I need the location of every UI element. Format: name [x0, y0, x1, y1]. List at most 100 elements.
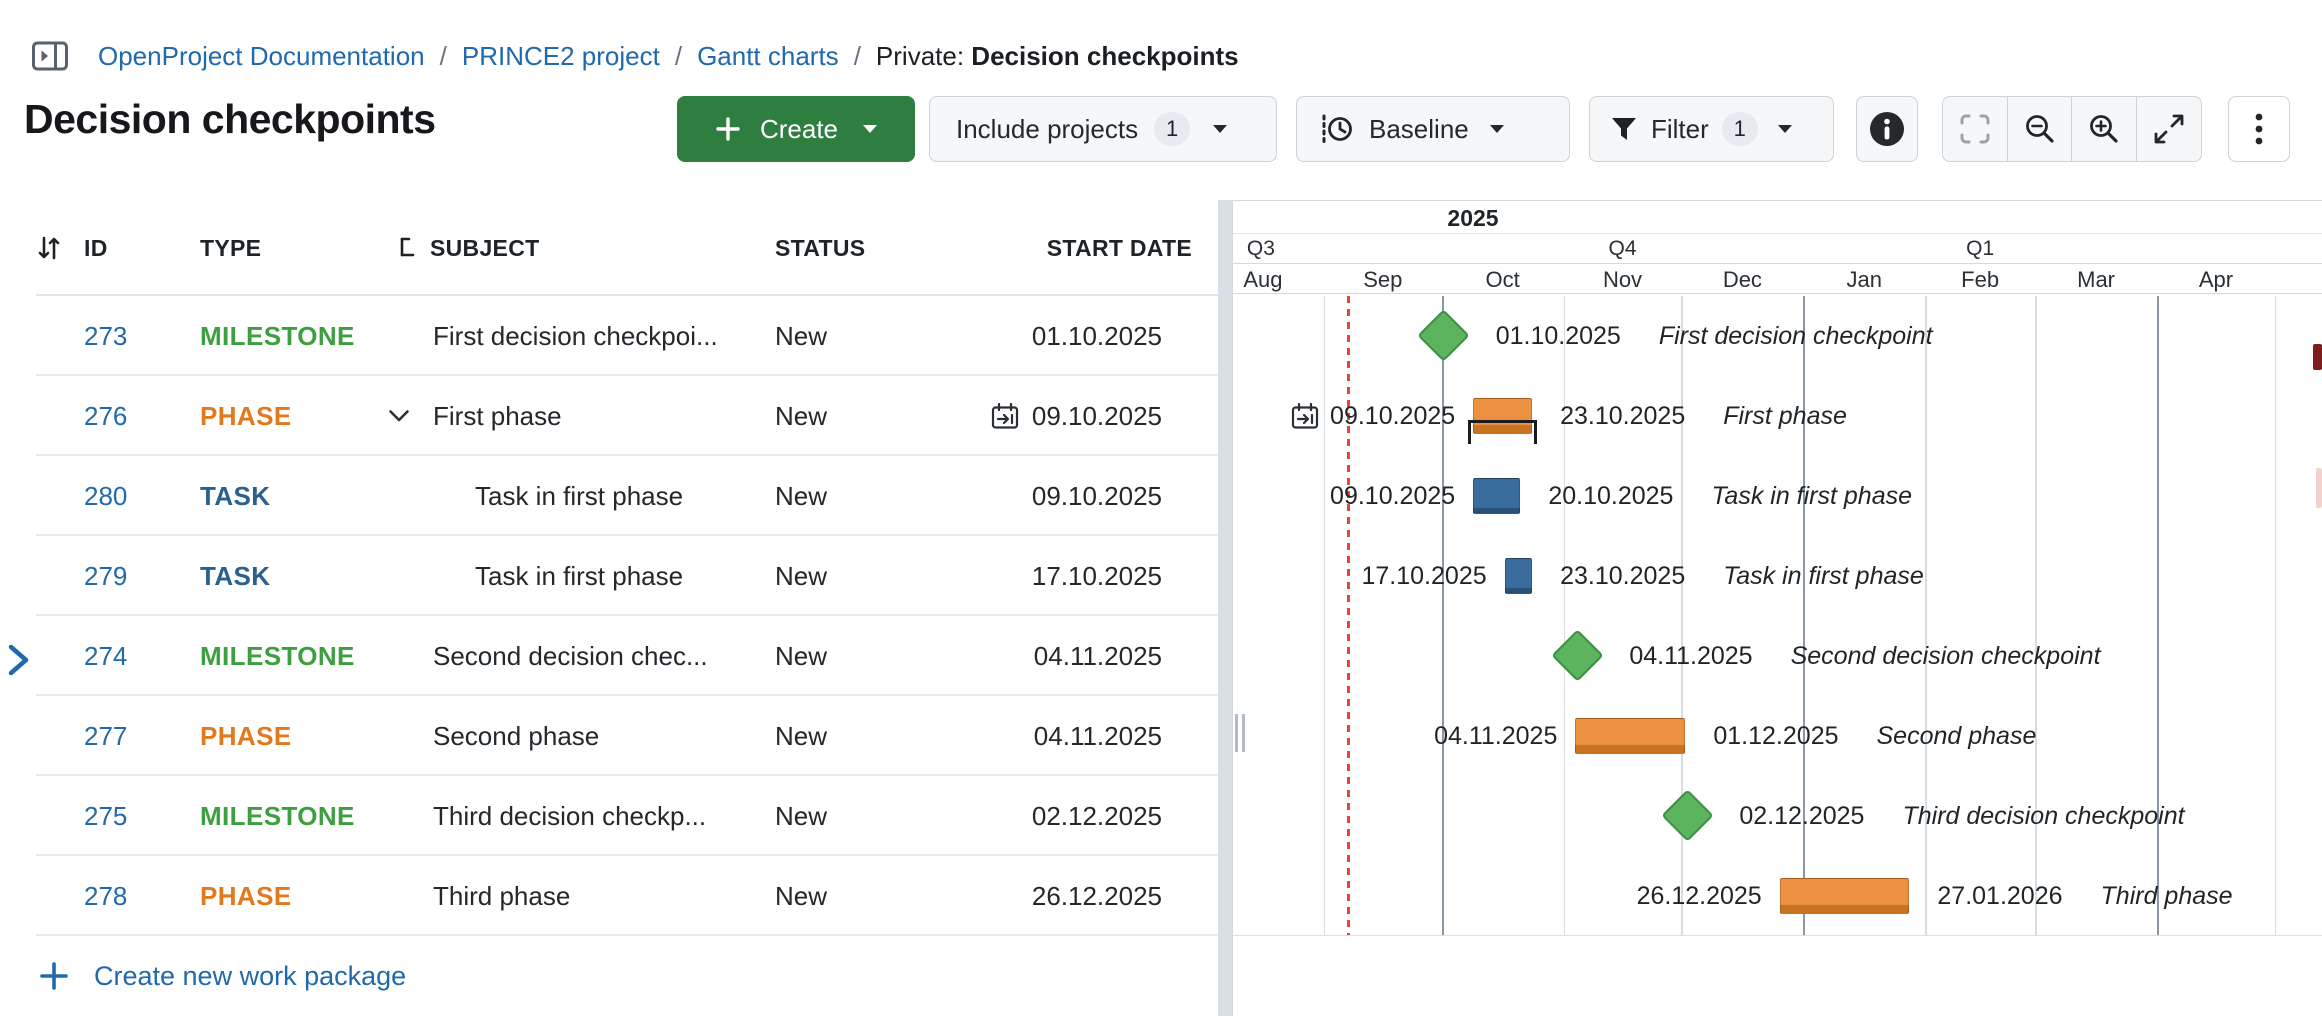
wp-id-link[interactable]: 276 [84, 376, 127, 456]
timeline-month-gridline [2275, 296, 2277, 935]
column-header-start-date[interactable]: START DATE [1047, 200, 1192, 296]
table-row[interactable]: 279TASKTask in first phaseNew17.10.2025 [0, 536, 1218, 616]
include-projects-button[interactable]: Include projects 1 [929, 96, 1277, 162]
scheduling-calendar-icon [990, 401, 1020, 431]
gantt-date-label: 23.10.2025 [1560, 562, 1685, 591]
gantt-phase-bar[interactable] [1780, 878, 1910, 914]
wp-id-link[interactable]: 275 [84, 776, 127, 856]
filter-count-badge: 1 [1722, 112, 1758, 146]
wp-id-link[interactable]: 280 [84, 456, 127, 536]
sidebar-expand-chevron-icon[interactable] [4, 642, 34, 683]
timeline-month-label: Feb [1961, 267, 1999, 293]
wp-start-date: 09.10.2025 [1032, 456, 1162, 536]
wp-start-date: 17.10.2025 [1032, 536, 1162, 616]
gantt-bar-start-label: 26.12.2025 [1637, 856, 1762, 936]
derived-dates-bracket [1468, 420, 1537, 444]
breadcrumb-link-project[interactable]: PRINCE2 project [462, 41, 660, 72]
breadcrumb-link-gantt-charts[interactable]: Gantt charts [697, 41, 839, 72]
zoom-button-group [1942, 96, 2202, 162]
gantt-bar-start-label: 17.10.2025 [1362, 536, 1487, 616]
more-options-kebab-icon[interactable] [2228, 96, 2290, 162]
table-row[interactable]: 280TASKTask in first phaseNew09.10.2025 [0, 456, 1218, 536]
pane-resize-divider[interactable] [1218, 200, 1232, 1016]
expand-columns-icon[interactable] [2136, 96, 2202, 162]
zoom-in-button[interactable] [2071, 96, 2137, 162]
include-projects-count-badge: 1 [1154, 112, 1190, 146]
gantt-date-label: 09.10.2025 [1330, 402, 1455, 431]
wp-subject: Third decision checkp... [433, 776, 706, 856]
wp-subject: Second phase [433, 696, 599, 776]
sidebar-toggle-icon[interactable] [30, 36, 70, 76]
zoom-autofit-button[interactable] [1942, 96, 2008, 162]
wp-subject: First phase [433, 376, 562, 456]
create-button[interactable]: Create [677, 96, 915, 162]
timeline-month-label: Aug [1243, 267, 1282, 293]
column-header-subject[interactable]: SUBJECT [396, 200, 539, 296]
plus-icon [38, 960, 70, 992]
gantt-task-bar[interactable] [1473, 478, 1520, 514]
table-row[interactable]: 275MILESTONEThird decision checkp...New0… [0, 776, 1218, 856]
gantt-subject-label: Third phase [2101, 882, 2233, 911]
table-row[interactable]: 278PHASEThird phaseNew26.12.2025 [0, 856, 1218, 936]
gantt-date-label: 17.10.2025 [1362, 562, 1487, 591]
collapse-toggle-icon[interactable] [388, 376, 410, 456]
info-button[interactable] [1856, 96, 1918, 162]
wp-status: New [775, 856, 827, 936]
create-work-package-link[interactable]: Create new work package [0, 936, 406, 1016]
wp-id-link[interactable]: 277 [84, 696, 127, 776]
wp-id-link[interactable]: 278 [84, 856, 127, 936]
column-header-id[interactable]: ID [84, 200, 108, 296]
breadcrumb-current: Private: Decision checkpoints [876, 41, 1239, 72]
wp-status: New [775, 776, 827, 856]
gantt-bar-end-labels: 01.12.2025Second phase [1713, 696, 2036, 776]
column-header-status[interactable]: STATUS [775, 200, 865, 296]
wp-subject: Task in first phase [475, 456, 683, 536]
wp-status: New [775, 696, 827, 776]
gantt-subject-label: Task in first phase [1711, 482, 1912, 511]
gantt-bar-start-label: 09.10.2025 [1330, 456, 1455, 536]
table-row[interactable]: 274MILESTONESecond decision chec...New04… [0, 616, 1218, 696]
chevron-down-icon [862, 124, 878, 134]
gantt-bar-end-labels: 04.11.2025Second decision checkpoint [1629, 616, 2100, 696]
timeline-month-band: AugSepOctNovDecJanFebMarApr [1233, 264, 2322, 294]
timeline-month-label: Sep [1363, 267, 1402, 293]
gantt-milestone-diamond[interactable] [1418, 309, 1470, 361]
table-row[interactable]: 273MILESTONEFirst decision checkpoi...Ne… [0, 296, 1218, 376]
wp-start-date: 01.10.2025 [1032, 296, 1162, 376]
table-row[interactable]: 277PHASESecond phaseNew04.11.2025 [0, 696, 1218, 776]
wp-start-date: 26.12.2025 [1032, 856, 1162, 936]
zoom-out-button[interactable] [2007, 96, 2073, 162]
wp-start-date: 04.11.2025 [1034, 696, 1162, 776]
gantt-phase-bar[interactable] [1575, 718, 1685, 754]
column-header-type[interactable]: TYPE [200, 200, 261, 296]
table-row[interactable]: 276PHASEFirst phaseNew09.10.2025 [0, 376, 1218, 456]
gantt-date-label: 02.12.2025 [1739, 802, 1864, 831]
gantt-task-bar[interactable] [1505, 558, 1533, 594]
sort-icon[interactable] [36, 200, 62, 296]
toolbar: Create Include projects 1 Baseline [0, 96, 2322, 162]
wp-type-label: PHASE [200, 856, 292, 936]
gantt-date-label: 26.12.2025 [1637, 882, 1762, 911]
baseline-button[interactable]: Baseline [1296, 96, 1570, 162]
gantt-date-label: 04.11.2025 [1434, 722, 1557, 751]
wp-id-link[interactable]: 273 [84, 296, 127, 376]
chevron-down-icon [1489, 124, 1505, 134]
gantt-subject-label: Second decision checkpoint [1791, 642, 2101, 671]
plus-icon [714, 115, 742, 143]
baseline-clock-icon [1319, 111, 1355, 147]
breadcrumb: OpenProject Documentation / PRINCE2 proj… [30, 34, 1239, 78]
breadcrumb-link-project-root[interactable]: OpenProject Documentation [98, 41, 425, 72]
gantt-bar-end-labels: 20.10.2025Task in first phase [1548, 456, 1912, 536]
openproject-gantt-view: OpenProject Documentation / PRINCE2 proj… [0, 0, 2322, 1016]
wp-id-link[interactable]: 274 [84, 616, 127, 696]
gantt-milestone-diamond[interactable] [1661, 789, 1713, 841]
gantt-milestone-diamond[interactable] [1551, 629, 1603, 681]
wp-type-label: MILESTONE [200, 296, 355, 376]
wp-id-link[interactable]: 279 [84, 536, 127, 616]
gantt-subject-label: Third decision checkpoint [1902, 802, 2184, 831]
timeline-quarter-label: Q3 [1247, 237, 1275, 261]
wp-status: New [775, 456, 827, 536]
timeline-month-label: Jan [1846, 267, 1881, 293]
info-icon [1868, 110, 1906, 148]
filter-button[interactable]: Filter 1 [1589, 96, 1834, 162]
